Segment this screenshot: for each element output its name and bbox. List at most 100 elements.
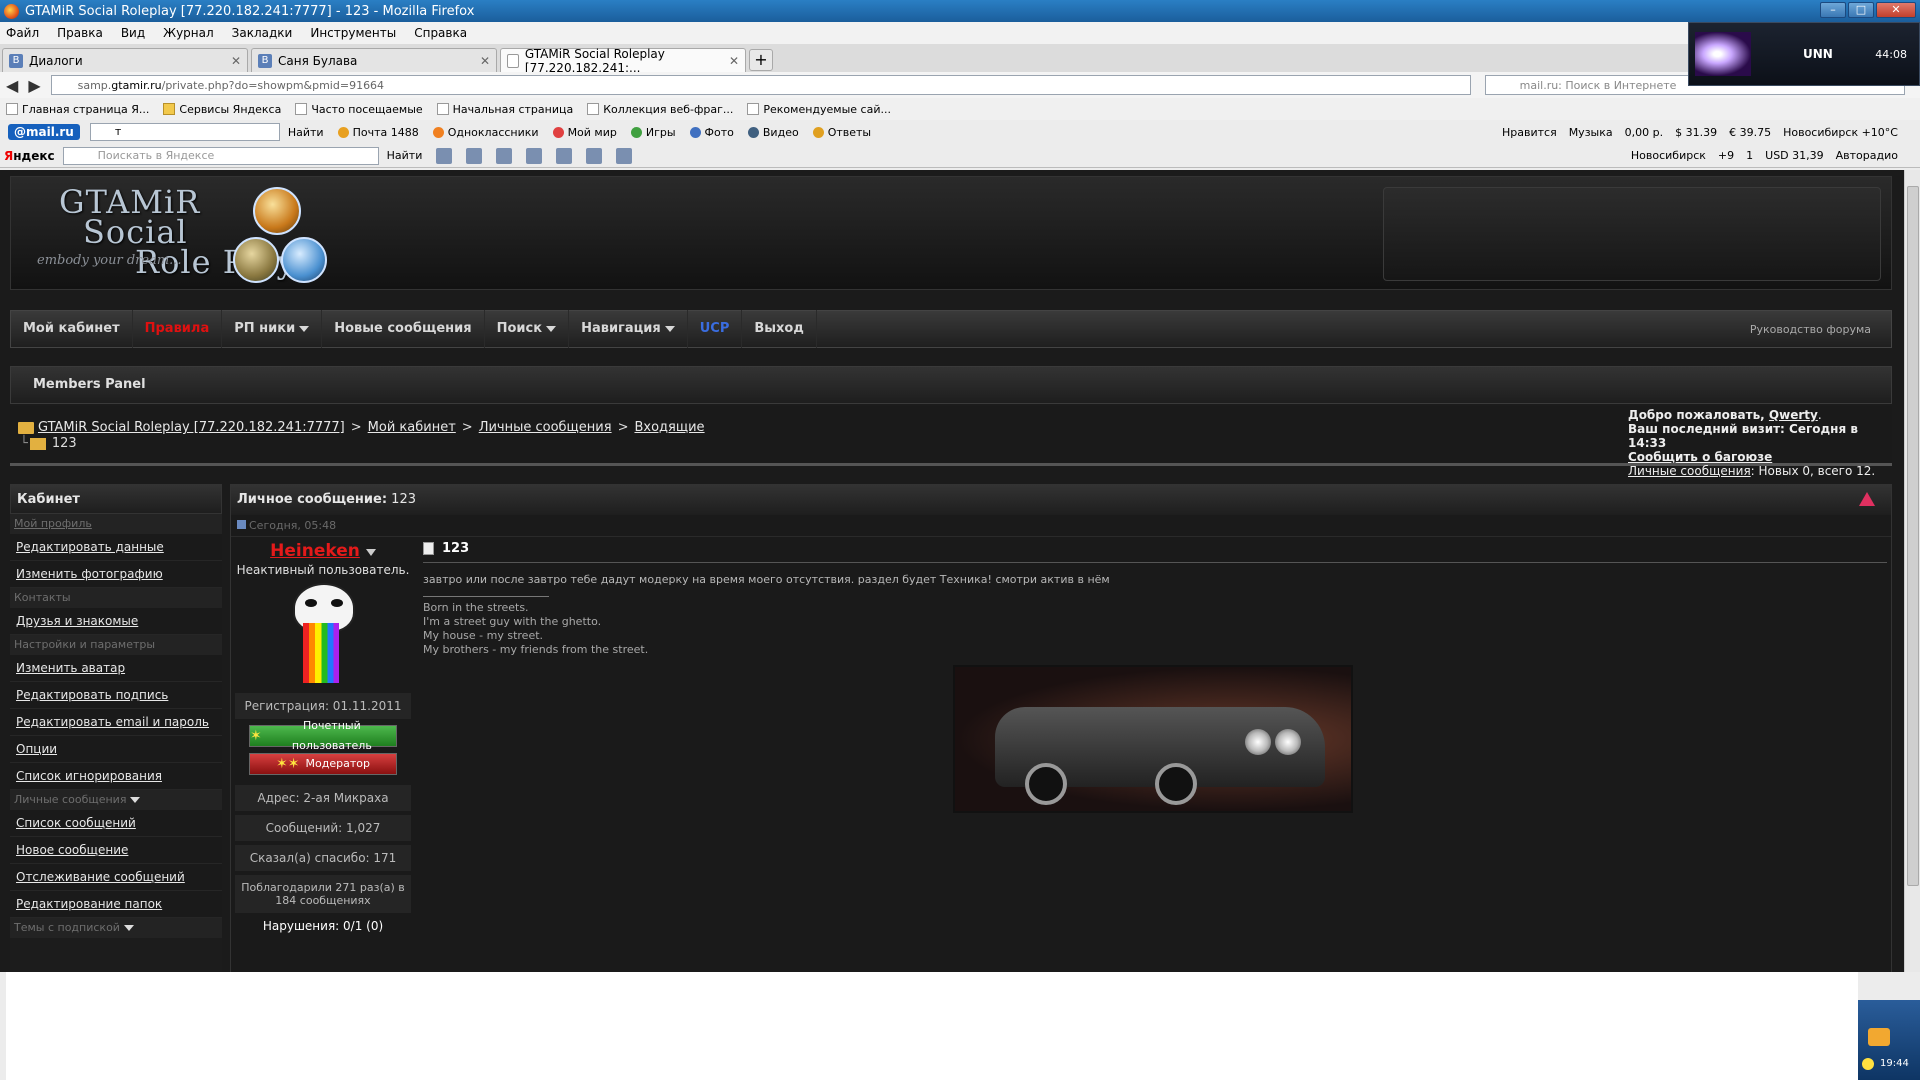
sidebar-link[interactable]: Друзья и знакомые (10, 608, 222, 635)
video-icon (747, 126, 759, 138)
chevron-down-icon[interactable] (365, 549, 376, 556)
folder-icon[interactable] (1868, 1028, 1890, 1046)
usd-widget[interactable]: $ 31.39 (1675, 126, 1717, 139)
breadcrumb-cabinet[interactable]: Мой кабинет (368, 420, 456, 435)
sidebar-category[interactable]: Мой профиль (10, 514, 222, 534)
minimize-button[interactable]: – (1820, 2, 1846, 18)
menu-file[interactable]: Файл (6, 26, 39, 40)
yandex-logo[interactable]: Яндекс (4, 149, 55, 163)
yandex-find-button[interactable]: Найти (387, 149, 423, 162)
sidebar-link[interactable]: Редактировать подпись (10, 682, 222, 709)
menu-bookmarks[interactable]: Закладки (232, 26, 293, 40)
tab-sanya[interactable]: B Саня Булава ✕ (251, 48, 497, 72)
tab-close-icon[interactable]: ✕ (729, 54, 739, 68)
mailru-photo[interactable]: Фото (689, 126, 734, 139)
eur-widget[interactable]: € 39.75 (1729, 126, 1771, 139)
address-bar[interactable]: samp. gtamir.ru/private.php?do=showpm&pmi… (50, 75, 1471, 95)
sidebar-link[interactable]: Новое сообщение (10, 837, 222, 864)
gear-icon[interactable] (616, 147, 633, 164)
back-arrow-icon[interactable]: ◀ (6, 76, 18, 95)
notification-icon[interactable] (1862, 1058, 1874, 1070)
forum-guide-link[interactable]: Руководство форума (1750, 323, 1871, 336)
report-warning-icon[interactable] (1859, 492, 1875, 506)
bookmark-item[interactable]: Начальная страница (436, 103, 573, 116)
header-banner (1383, 187, 1881, 281)
forward-arrow-icon[interactable]: ▶ (28, 76, 40, 95)
nav-navigation[interactable]: Навигация (569, 310, 688, 348)
tab-close-icon[interactable]: ✕ (231, 54, 241, 68)
tab-dialogs[interactable]: B Диалоги ✕ (2, 48, 248, 72)
scrollbar-thumb[interactable] (1907, 186, 1919, 886)
balance-widget[interactable]: 0,00 р. (1625, 126, 1663, 139)
breadcrumb-forum[interactable]: GTAMiR Social Roleplay [77.220.182.241:7… (38, 420, 345, 435)
toolbar-icon[interactable] (436, 147, 453, 164)
maximize-button[interactable]: □ (1848, 2, 1874, 18)
sidebar-link[interactable]: Список сообщений (10, 810, 222, 837)
weather-widget[interactable]: Новосибирск +10°C (1783, 126, 1898, 139)
author-name-link[interactable]: Heineken (270, 541, 360, 561)
bookmark-item[interactable]: Сервисы Яндекса (163, 103, 281, 116)
mailru-search-input[interactable]: т (89, 123, 280, 141)
menu-view[interactable]: Вид (121, 26, 145, 40)
sidebar-link[interactable]: Отслеживание сообщений (10, 864, 222, 891)
toolbar-icon[interactable] (496, 147, 513, 164)
mailru-video[interactable]: Видео (747, 126, 799, 139)
mailru-games[interactable]: Игры (630, 126, 676, 139)
tab-bar: B Диалоги ✕ B Саня Булава ✕ GTAMiR Socia… (0, 44, 1920, 75)
media-notification[interactable]: UNN 44:08 (1688, 22, 1920, 86)
sidebar-link[interactable]: Редактировать данные (10, 534, 222, 561)
close-button[interactable]: ✕ (1876, 2, 1916, 18)
mailru-mail[interactable]: Почта 1488 (337, 126, 419, 139)
mailru-ok[interactable]: Одноклассники (432, 126, 539, 139)
nav-ucp[interactable]: UCP (688, 310, 743, 348)
temperature-widget[interactable]: +9 (1718, 149, 1734, 162)
nav-new-posts[interactable]: Новые сообщения (322, 310, 485, 348)
music-widget[interactable]: Музыка (1569, 126, 1613, 139)
sidebar-link[interactable]: Редактировать email и пароль (10, 709, 222, 736)
mailru-find-button[interactable]: Найти (288, 126, 324, 139)
bookmark-item[interactable]: Главная страница Я... (6, 103, 149, 116)
menu-tools[interactable]: Инструменты (310, 26, 396, 40)
sidebar-link[interactable]: Опции (10, 736, 222, 763)
nav-cabinet[interactable]: Мой кабинет (11, 310, 133, 348)
toolbar-icon[interactable] (586, 147, 603, 164)
mailru-answers[interactable]: Ответы (812, 126, 871, 139)
page-scrollbar[interactable] (1904, 170, 1920, 972)
sidebar-link[interactable]: Изменить фотографию (10, 561, 222, 588)
bookmark-item[interactable]: Рекомендуемые сай... (747, 103, 891, 116)
nav-rules[interactable]: Правила (133, 310, 223, 348)
menu-help[interactable]: Справка (414, 26, 467, 40)
nav-search[interactable]: Поиск (485, 310, 570, 348)
sidebar-title: Кабинет (10, 484, 222, 514)
new-tab-button[interactable]: + (749, 49, 773, 71)
toolbar-icon[interactable] (556, 147, 573, 164)
breadcrumb-pm[interactable]: Личные сообщения (479, 420, 612, 435)
tab-gtamir[interactable]: GTAMiR Social Roleplay [77.220.182.241:.… (500, 47, 746, 75)
menu-history[interactable]: Журнал (163, 26, 214, 40)
currency-widget[interactable]: USD 31,39 (1765, 149, 1824, 162)
traffic-widget[interactable]: 1 (1746, 149, 1753, 162)
sidebar-link[interactable]: Изменить аватар (10, 655, 222, 682)
city-widget[interactable]: Новосибирск (1631, 149, 1706, 162)
tab-close-icon[interactable]: ✕ (480, 54, 490, 68)
report-bug-link[interactable]: Сообщить о багоюзе (1628, 450, 1772, 464)
nav-logout[interactable]: Выход (742, 310, 817, 348)
radio-widget[interactable]: Авторадио (1836, 149, 1898, 162)
chevron-down-icon[interactable] (123, 925, 134, 931)
pm-link[interactable]: Личные сообщения (1628, 464, 1751, 478)
like-widget[interactable]: Нравится (1502, 126, 1557, 139)
sidebar-link[interactable]: Редактирование папок (10, 891, 222, 918)
menu-edit[interactable]: Правка (57, 26, 103, 40)
mailru-logo[interactable]: @mail.ru (8, 124, 80, 140)
bookmark-item[interactable]: Коллекция веб-фраг... (587, 103, 733, 116)
toolbar-icon[interactable] (526, 147, 543, 164)
sidebar-link[interactable]: Список игнорирования (10, 763, 222, 790)
mailru-mymir[interactable]: Мой мир (552, 126, 617, 139)
yandex-search-input[interactable]: Поискать в Яндексе (62, 146, 379, 165)
nav-rp-nicks[interactable]: РП ники (222, 310, 323, 348)
chevron-down-icon[interactable] (130, 797, 141, 803)
breadcrumb-inbox[interactable]: Входящие (634, 420, 704, 435)
toolbar-icon[interactable] (466, 147, 483, 164)
username-link[interactable]: Qwerty (1769, 408, 1818, 422)
bookmark-item[interactable]: Часто посещаемые (295, 103, 423, 116)
